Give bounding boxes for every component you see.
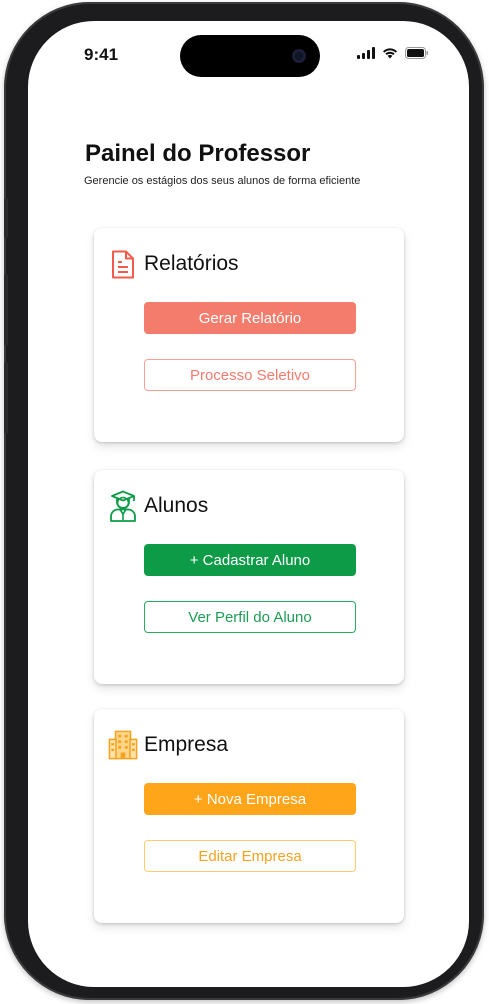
phone-frame: 9:41 Painel do Professor Gerencie os est… <box>4 2 484 1000</box>
camera-icon <box>292 49 306 63</box>
volume-up-button <box>4 274 8 346</box>
action-button <box>4 198 8 238</box>
cadastrar-aluno-button[interactable]: + Cadastrar Aluno <box>144 544 356 576</box>
dynamic-island <box>180 35 320 77</box>
nova-empresa-button[interactable]: + Nova Empresa <box>144 783 356 815</box>
wifi-icon <box>382 47 398 59</box>
screen: 9:41 Painel do Professor Gerencie os est… <box>28 21 469 987</box>
card-relatorios: Relatórios Gerar Relatório Processo Sele… <box>94 228 404 442</box>
card-empresa: Empresa + Nova Empresa Editar Empresa <box>94 709 404 923</box>
graduate-icon <box>108 490 138 522</box>
battery-icon <box>405 47 429 59</box>
card-header: Alunos <box>108 490 208 522</box>
document-icon <box>108 248 138 280</box>
card-header: Empresa <box>108 729 228 761</box>
building-icon <box>108 729 138 761</box>
card-title: Relatórios <box>144 252 239 275</box>
gerar-relatorio-button[interactable]: Gerar Relatório <box>144 302 356 334</box>
processo-seletivo-button[interactable]: Processo Seletivo <box>144 359 356 391</box>
card-title: Alunos <box>144 494 209 517</box>
card-alunos: Alunos + Cadastrar Aluno Ver Perfil do A… <box>94 470 404 684</box>
card-header: Relatórios <box>108 248 239 280</box>
status-icons <box>357 47 429 59</box>
card-title: Empresa <box>144 733 229 756</box>
page-title: Painel do Professor <box>85 140 311 167</box>
editar-empresa-button[interactable]: Editar Empresa <box>144 840 356 872</box>
signal-icon <box>357 47 375 59</box>
status-time: 9:41 <box>84 45 119 64</box>
page-subtitle: Gerencie os estágios dos seus alunos de … <box>84 175 361 187</box>
ver-perfil-aluno-button[interactable]: Ver Perfil do Aluno <box>144 601 356 633</box>
volume-down-button <box>4 362 8 434</box>
